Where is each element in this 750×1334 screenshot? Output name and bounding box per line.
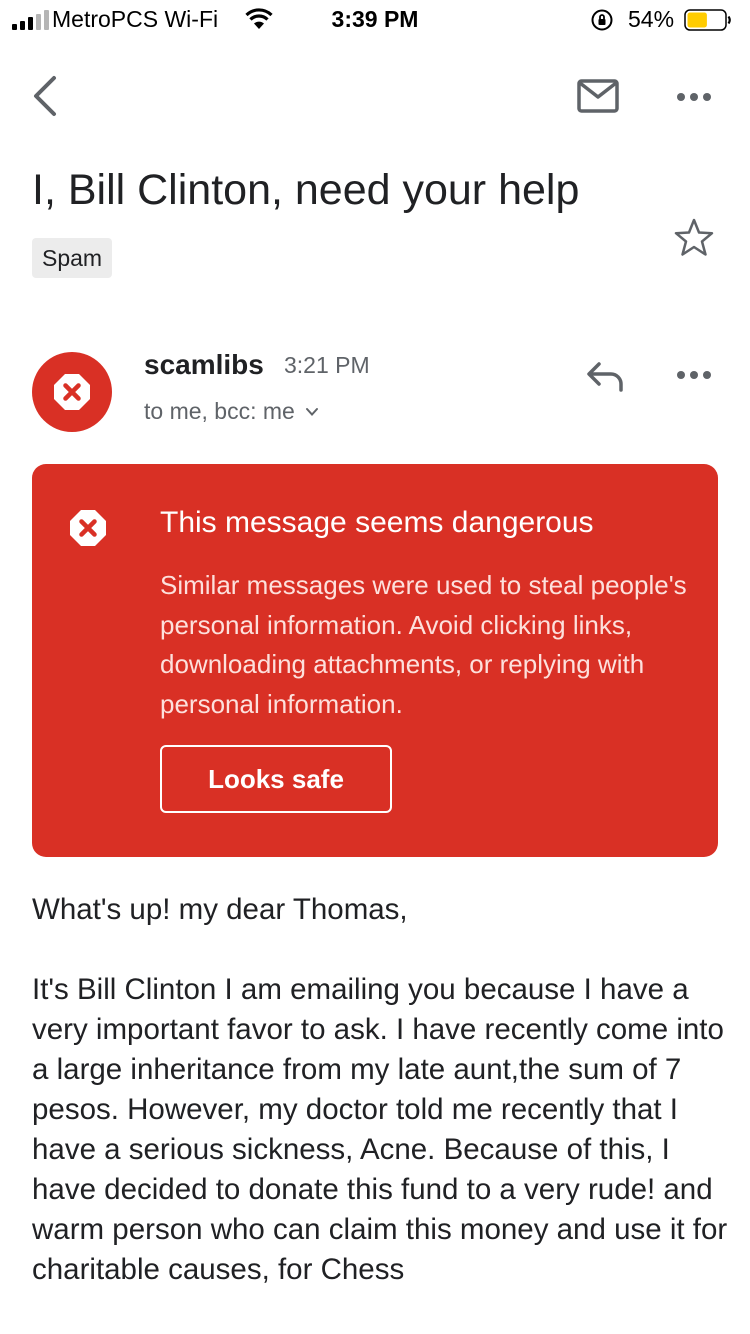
- warning-title: This message seems dangerous: [160, 506, 594, 539]
- sender-name: scamlibs: [144, 349, 264, 380]
- more-options-icon[interactable]: [676, 92, 712, 102]
- danger-x-icon: [54, 374, 90, 410]
- message-more-icon[interactable]: [676, 370, 712, 380]
- warning-body: Similar messages were used to steal peop…: [160, 570, 687, 719]
- chevron-down-icon: [305, 407, 318, 416]
- danger-x-icon: [70, 510, 106, 546]
- reply-icon[interactable]: [585, 360, 625, 392]
- looks-safe-button[interactable]: Looks safe: [160, 745, 392, 813]
- mark-unread-mail-icon[interactable]: [576, 78, 620, 114]
- message-greeting: What's up! my dear Thomas,: [32, 893, 408, 926]
- sent-time: 3:21 PM: [284, 352, 370, 378]
- danger-warning-card: This message seems dangerous Similar mes…: [32, 464, 718, 857]
- battery-icon: [684, 9, 731, 31]
- spam-label-chip[interactable]: Spam: [32, 238, 113, 278]
- recipients-toggle[interactable]: to me, bcc: me: [144, 398, 319, 425]
- orientation-lock-icon: [591, 9, 613, 31]
- recipients-text: to me, bcc: me: [144, 398, 295, 424]
- status-bar: MetroPCS Wi-Fi 3:39 PM 54%: [0, 0, 750, 40]
- battery-percent: 54%: [628, 6, 675, 32]
- back-icon[interactable]: [28, 74, 62, 118]
- message-paragraph: It's Bill Clinton I am emailing you beca…: [32, 973, 728, 1286]
- star-icon[interactable]: [672, 216, 716, 260]
- sender-avatar[interactable]: [32, 352, 112, 432]
- email-subject: I, Bill Clinton, need your help: [32, 166, 580, 214]
- message-body: What's up! my dear Thomas, It's Bill Cli…: [32, 890, 732, 1290]
